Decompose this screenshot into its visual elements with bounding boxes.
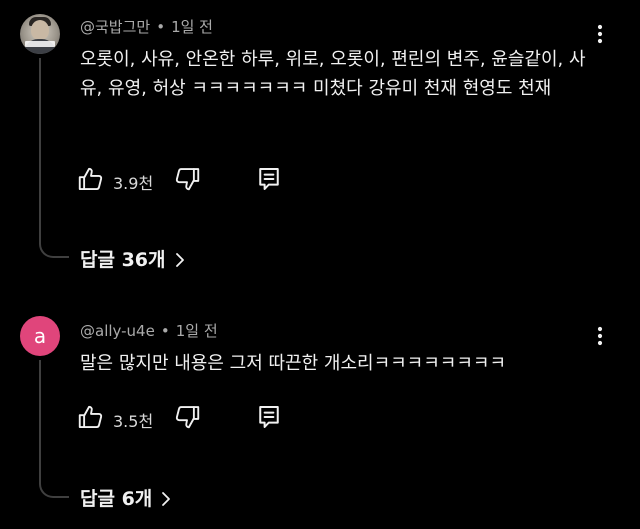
thread-curve (39, 240, 69, 258)
comment-meta: @국밥그만 • 1일 전 (80, 16, 213, 37)
like-button[interactable] (76, 164, 108, 196)
dislike-button[interactable] (172, 402, 204, 434)
avatar-letter: a (33, 324, 47, 348)
author-name[interactable]: @ally-u4e (80, 322, 155, 340)
dislike-button[interactable] (172, 164, 204, 196)
comment-text: 오롯이, 사유, 안온한 하루, 위로, 오롯이, 편린의 변주, 윤슬같이, … (80, 49, 586, 99)
comment-time[interactable]: 1일 전 (176, 322, 218, 340)
reply-button[interactable] (254, 402, 286, 434)
comment-text: 말은 많지만 내용은 그저 따끈한 개소리ㅋㅋㅋㅋㅋㅋㅋㅋ (80, 353, 507, 374)
more-vert-icon[interactable] (588, 324, 612, 348)
avatar-caption (25, 41, 55, 47)
chevron-right-icon (175, 253, 184, 267)
avatar-face (31, 20, 49, 40)
thumbs-up-icon (78, 405, 103, 428)
thread-line (39, 360, 41, 480)
meta-separator: • (160, 322, 170, 340)
comment-meta: @ally-u4e • 1일 전 (80, 320, 218, 341)
like-button[interactable] (76, 402, 108, 434)
view-replies-button[interactable]: 답글 36개 (80, 245, 186, 272)
thumbs-up-icon (78, 167, 103, 190)
thumbs-down-icon (175, 168, 200, 191)
meta-separator: • (156, 18, 166, 36)
thread-curve (39, 480, 69, 498)
comment-actions: 3.9천 (76, 164, 316, 196)
replies-label: 답글 6개 (80, 488, 153, 510)
comment-time[interactable]: 1일 전 (171, 18, 213, 36)
more-vert-icon[interactable] (588, 22, 612, 46)
thumbs-down-icon (175, 406, 200, 429)
view-replies-button[interactable]: 답글 6개 (80, 484, 172, 511)
like-count: 3.9천 (113, 174, 154, 193)
comment-actions: 3.5천 (76, 402, 316, 434)
replies-label: 답글 36개 (80, 249, 166, 271)
avatar[interactable]: a (20, 316, 60, 356)
like-count: 3.5천 (113, 412, 154, 431)
author-name[interactable]: @국밥그만 (80, 18, 150, 36)
chevron-right-icon (162, 492, 171, 506)
avatar[interactable] (20, 14, 60, 54)
reply-button[interactable] (254, 164, 286, 196)
reply-comment-icon (259, 406, 279, 428)
thread-line (39, 58, 41, 240)
reply-comment-icon (259, 168, 279, 190)
